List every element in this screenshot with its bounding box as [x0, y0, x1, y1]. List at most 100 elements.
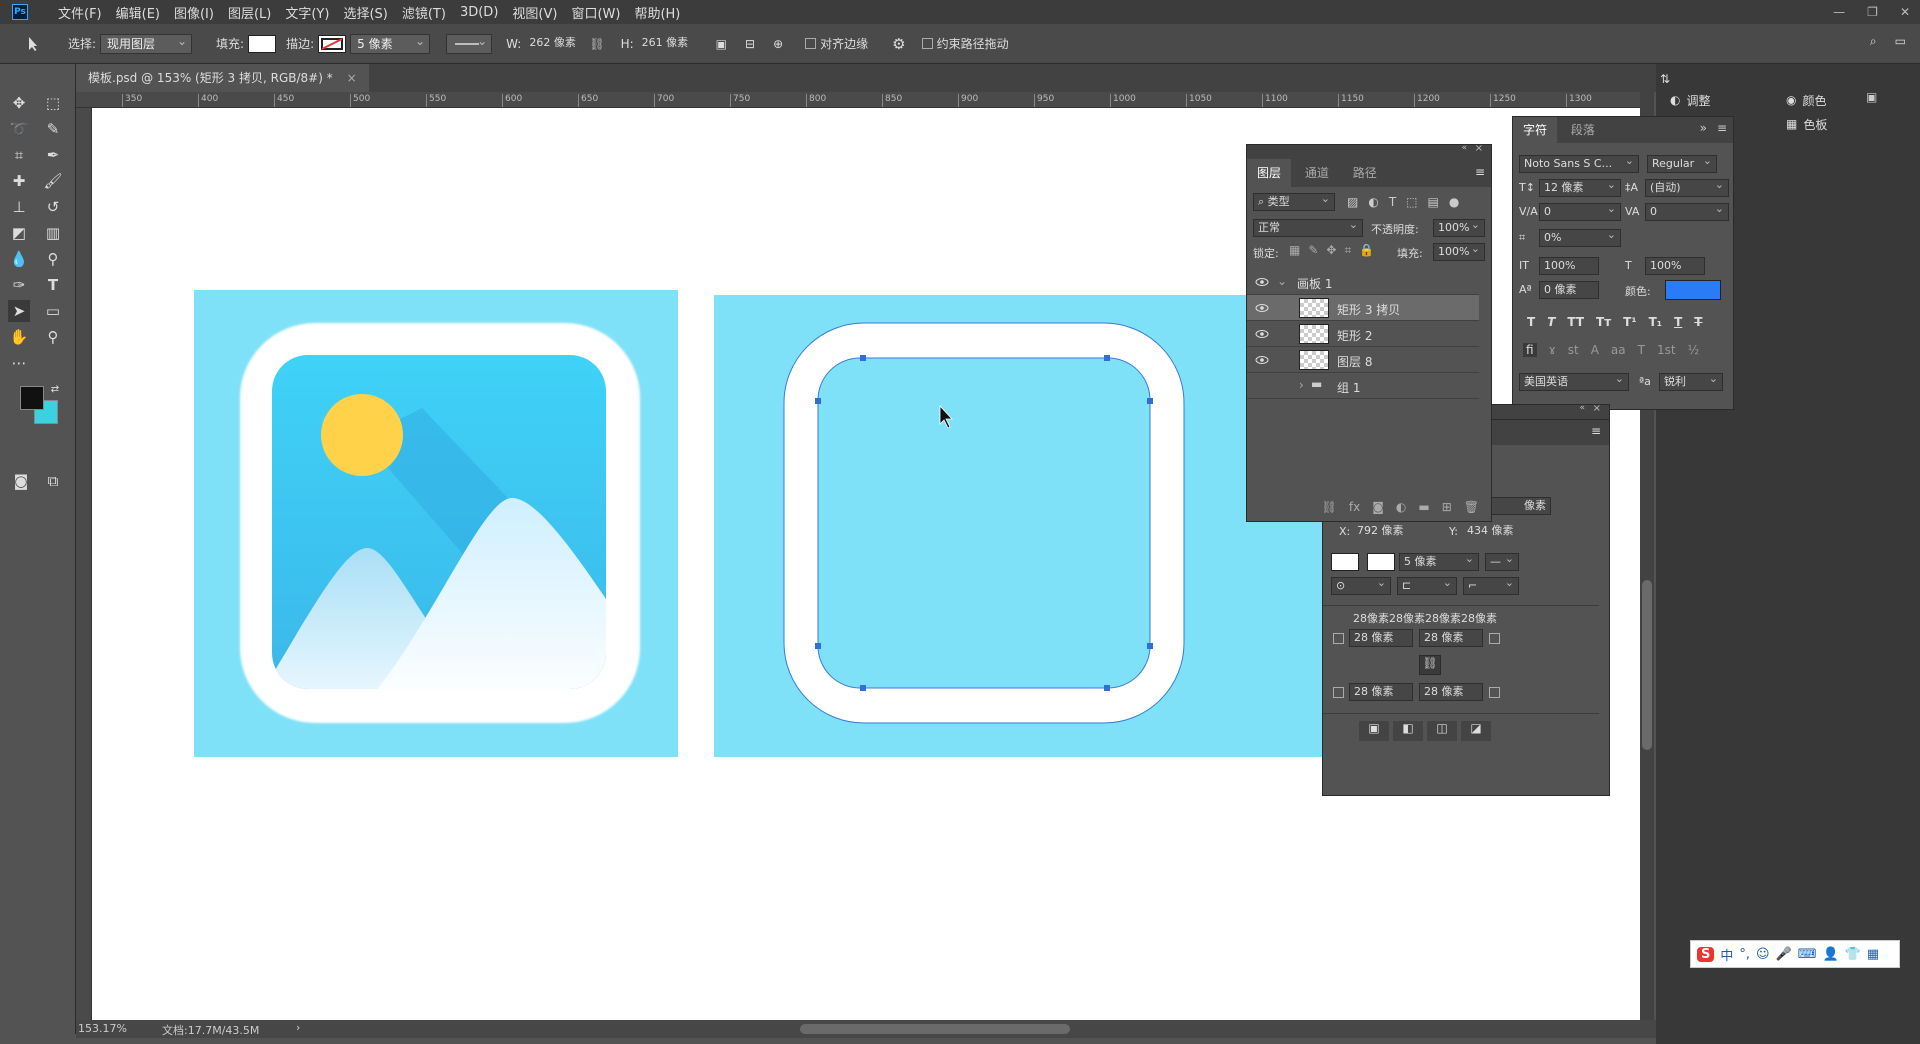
panel-menu-icon[interactable]: ≡ [1717, 121, 1727, 135]
shape-stroke-type[interactable]: — [1485, 551, 1519, 571]
adjustments-label[interactable]: 调整 [1686, 92, 1710, 109]
rectangle-tool-icon[interactable]: ▭ [42, 300, 64, 322]
path-operations-icon[interactable]: ▣ [716, 37, 727, 51]
all-caps-icon[interactable]: TT [1567, 315, 1584, 329]
lock-all-icon[interactable]: 🔒 [1359, 243, 1374, 258]
new-layer-icon[interactable]: ⊞ [1442, 500, 1452, 514]
ime-emoji-icon[interactable]: ☺ [1756, 947, 1770, 962]
superscript-icon[interactable]: T¹ [1623, 315, 1636, 329]
marquee-tool-icon[interactable]: ⬚ [42, 92, 64, 114]
gear-icon[interactable]: ⚙ [892, 35, 905, 53]
shape-filter-icon[interactable]: ⬚ [1406, 195, 1417, 209]
small-caps-icon[interactable]: Tт [1596, 315, 1611, 329]
underline-icon[interactable]: T [1674, 315, 1682, 329]
select-dropdown[interactable]: 现用图层 [100, 32, 193, 54]
ime-skin-icon[interactable]: 👕 [1845, 947, 1861, 962]
antialias-dropdown[interactable]: 锐利 [1659, 371, 1723, 391]
ime-grid-icon[interactable]: ▦ [1867, 947, 1879, 962]
sogou-logo-icon[interactable]: S [1697, 946, 1715, 962]
adjustments-icon[interactable]: ◐ [1670, 93, 1680, 107]
titling-icon[interactable]: aa [1611, 343, 1626, 357]
expand-chevron-icon[interactable]: ⌄ [1277, 274, 1287, 288]
menu-image[interactable]: 图像(I) [174, 3, 214, 22]
tab-character[interactable]: 字符 [1513, 117, 1558, 143]
menu-help[interactable]: 帮助(H) [634, 3, 680, 22]
fx-icon[interactable]: fx [1349, 500, 1360, 514]
tab-paths[interactable]: 路径 [1343, 159, 1387, 187]
stroke-size-dropdown[interactable]: 5 像素 [350, 32, 431, 54]
close-icon[interactable]: ✕ [1900, 5, 1910, 19]
stroke-swatch[interactable] [318, 34, 347, 53]
lock-pixels-icon[interactable]: ✎ [1308, 243, 1318, 258]
horizontal-scroll-thumb[interactable] [800, 1024, 1070, 1034]
link-icon[interactable]: ⛓ [589, 37, 604, 51]
lock-transparent-icon[interactable]: ▦ [1289, 243, 1300, 258]
tab-close-icon[interactable]: × [347, 71, 357, 85]
swash-icon[interactable]: st [1568, 343, 1579, 357]
layer-row-selected[interactable]: 矩形 3 拷贝 [1247, 295, 1479, 321]
tab-paragraph[interactable]: 段落 [1561, 117, 1605, 143]
horizontal-scale-field[interactable]: 100% [1645, 257, 1705, 275]
workspace-icon[interactable]: ▭ [1895, 34, 1906, 49]
subscript-icon[interactable]: T₁ [1649, 315, 1662, 329]
menu-3d[interactable]: 3D(D) [460, 5, 498, 20]
y-field[interactable]: 434 像素 [1463, 523, 1537, 541]
screen-mode-icon[interactable]: ⧉ [42, 470, 64, 492]
hand-tool-icon[interactable]: ✋ [8, 326, 30, 348]
font-family-dropdown[interactable]: Noto Sans S C... [1519, 153, 1639, 173]
x-field[interactable]: 792 像素 [1353, 523, 1427, 541]
tsume-field[interactable]: 0% [1539, 227, 1621, 247]
strikethrough-icon[interactable]: T [1694, 315, 1702, 329]
menu-edit[interactable]: 编辑(E) [116, 3, 160, 22]
tracking-field[interactable]: 0 [1645, 201, 1729, 221]
menu-window[interactable]: 窗口(W) [571, 3, 620, 22]
ime-punct-icon[interactable]: °, [1739, 947, 1750, 962]
path-alignment-icon[interactable]: ⊟ [745, 37, 755, 51]
link-corners-icon[interactable]: ⛓ [1419, 655, 1441, 675]
vertical-scale-field[interactable]: 100% [1539, 257, 1599, 275]
swap-colors-icon[interactable]: ⇄ [44, 378, 66, 400]
adjustment-layer-icon[interactable]: ◐ [1396, 500, 1406, 514]
oldstyle-icon[interactable]: ɤ [1549, 343, 1556, 357]
minimize-icon[interactable]: — [1833, 5, 1845, 19]
menu-file[interactable]: 文件(F) [58, 3, 102, 22]
swatches-panel-icon[interactable]: ▦ [1786, 117, 1797, 131]
path-selection-tool-icon[interactable]: ➤ [8, 300, 30, 322]
quick-mask-icon[interactable]: ◙ [10, 470, 32, 492]
eyedropper-tool-icon[interactable]: ✒ [42, 144, 64, 166]
corner-tr-field[interactable]: 28 像素 [1419, 629, 1483, 647]
quick-select-tool-icon[interactable]: ✎ [42, 118, 64, 140]
layer-row[interactable]: 矩形 2 [1247, 321, 1479, 347]
layer-row-group[interactable]: › ▬ 组 1 [1247, 373, 1479, 399]
chevron-right-icon[interactable]: › [296, 1021, 300, 1034]
height-field-partial[interactable]: 像素 [1487, 497, 1551, 515]
stroke-align-dropdown[interactable]: ⊙ [1331, 575, 1391, 595]
libraries-icon[interactable]: ▣ [1866, 90, 1877, 104]
move-tool-icon[interactable]: ✥ [8, 92, 30, 114]
layer-row-artboard[interactable]: ⌄ 画板 1 [1247, 269, 1479, 295]
stamp-tool-icon[interactable]: ⊥ [8, 196, 30, 218]
add-mask-icon[interactable]: ◙ [1372, 500, 1384, 514]
corner-br-field[interactable]: 28 像素 [1419, 683, 1483, 701]
document-tab[interactable]: 模板.psd @ 153% (矩形 3 拷贝, RGB/8#) * × [76, 64, 369, 92]
ordinals-icon[interactable]: T [1638, 343, 1645, 357]
layer-row[interactable]: 图层 8 [1247, 347, 1479, 373]
ime-chinese-icon[interactable]: 中 [1720, 945, 1733, 964]
align-edges-checkbox[interactable] [805, 38, 817, 49]
ime-mic-icon[interactable]: 🎤 [1776, 947, 1792, 962]
properties-menu-icon[interactable]: ≡ [1591, 424, 1601, 438]
close-layers-icon[interactable]: × [1475, 143, 1483, 154]
link-layers-icon[interactable]: ⛓ [1322, 500, 1337, 514]
lasso-tool-icon[interactable]: ➰ [8, 118, 30, 140]
pen-tool-icon[interactable]: ✑ [8, 274, 30, 296]
collapse-icon[interactable]: » [1700, 121, 1707, 135]
ligature-icon[interactable]: fi [1523, 343, 1537, 357]
blend-mode-dropdown[interactable]: 正常 [1253, 217, 1363, 237]
exclude-shape-icon[interactable]: ◪ [1461, 721, 1491, 741]
collapse-layers-icon[interactable]: « [1461, 143, 1467, 153]
corner-bl-field[interactable]: 28 像素 [1349, 683, 1413, 701]
type-filter-icon[interactable]: T [1389, 195, 1396, 209]
expand-arrow-icon[interactable]: › [1299, 378, 1304, 392]
zoom-level[interactable]: 153.17% [78, 1022, 127, 1035]
eraser-tool-icon[interactable]: ◩ [8, 222, 30, 244]
